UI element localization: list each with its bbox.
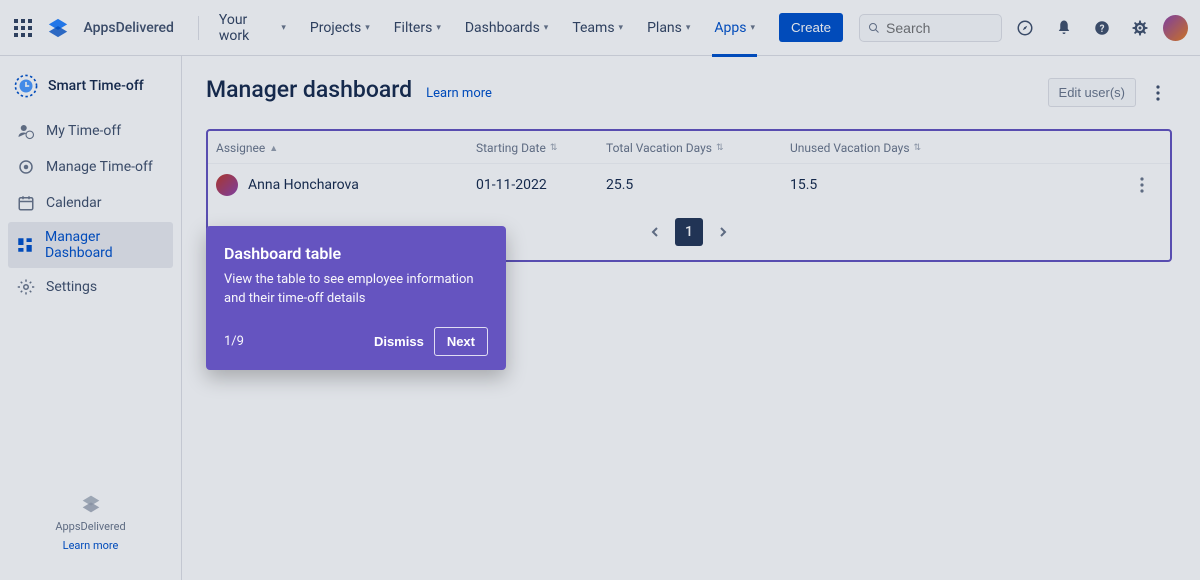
sidebar-item-label: Settings bbox=[46, 279, 97, 295]
sort-asc-icon: ▲ bbox=[269, 143, 278, 154]
create-button[interactable]: Create bbox=[779, 13, 843, 42]
nav-label: Projects bbox=[310, 20, 361, 36]
th-label: Total Vacation Days bbox=[606, 141, 712, 155]
top-nav: AppsDelivered Your work▾ Projects▾ Filte… bbox=[0, 0, 1200, 56]
chevron-down-icon: ▾ bbox=[686, 23, 691, 33]
th-unused-vacation[interactable]: Unused Vacation Days ⇅ bbox=[790, 141, 1122, 155]
app-icon bbox=[12, 72, 40, 100]
nav-plans[interactable]: Plans ▾ bbox=[639, 14, 698, 42]
pagination-page-current[interactable]: 1 bbox=[675, 218, 703, 246]
user-avatar[interactable] bbox=[1163, 15, 1188, 41]
tour-next-button[interactable]: Next bbox=[434, 327, 488, 356]
onboarding-tooltip: Dashboard table View the table to see em… bbox=[206, 226, 506, 370]
dashboard-icon bbox=[16, 235, 35, 255]
edit-users-button[interactable]: Edit user(s) bbox=[1048, 78, 1136, 107]
search-icon bbox=[868, 21, 880, 35]
th-label: Starting Date bbox=[476, 141, 546, 155]
nav-filters[interactable]: Filters▾ bbox=[386, 14, 449, 42]
sidebar-item-label: Manager Dashboard bbox=[45, 229, 165, 261]
sidebar-item-manage-time-off[interactable]: Manage Time-off bbox=[8, 150, 173, 184]
nav-label: Apps bbox=[714, 20, 746, 36]
sidebar-item-label: My Time-off bbox=[46, 123, 121, 139]
nav-label: Dashboards bbox=[465, 20, 540, 36]
chevron-down-icon: ▾ bbox=[544, 23, 549, 33]
cell-total-vacation: 25.5 bbox=[606, 177, 790, 193]
footer-logo-icon bbox=[81, 494, 101, 514]
page-title: Manager dashboard bbox=[206, 76, 412, 103]
pagination-prev[interactable] bbox=[641, 218, 669, 246]
notifications-icon[interactable] bbox=[1048, 12, 1078, 44]
cell-starting-date: 01-11-2022 bbox=[476, 177, 606, 193]
nav-projects[interactable]: Projects ▾ bbox=[302, 14, 378, 42]
sidebar-item-my-time-off[interactable]: My Time-off bbox=[8, 114, 173, 148]
table-row[interactable]: Anna Honcharova 01-11-2022 25.5 15.5 bbox=[208, 164, 1170, 206]
app-switcher-icon[interactable] bbox=[12, 16, 35, 40]
table-header-row: Assignee ▲ Starting Date ⇅ Total Vacation … bbox=[208, 131, 1170, 164]
sort-icon: ⇅ bbox=[550, 143, 558, 153]
nav-divider bbox=[198, 16, 199, 40]
app-name: Smart Time-off bbox=[48, 78, 144, 94]
nav-label: Your work bbox=[219, 12, 278, 44]
sidebar-item-label: Manage Time-off bbox=[46, 159, 153, 175]
sidebar-app-header: Smart Time-off bbox=[8, 66, 173, 114]
nav-dashboards[interactable]: Dashboards ▾ bbox=[457, 14, 556, 42]
svg-text:?: ? bbox=[1099, 23, 1104, 34]
tour-step-indicator: 1/9 bbox=[224, 334, 244, 349]
sidebar-item-label: Calendar bbox=[46, 195, 102, 211]
settings-icon[interactable] bbox=[1125, 12, 1155, 44]
learn-more-link[interactable]: Learn more bbox=[426, 86, 492, 101]
th-starting-date[interactable]: Starting Date ⇅ bbox=[476, 141, 606, 155]
tour-title: Dashboard table bbox=[224, 244, 488, 263]
footer-learn-more-link[interactable]: Learn more bbox=[63, 539, 119, 552]
user-clock-icon bbox=[16, 121, 36, 141]
nav-label: Filters bbox=[394, 20, 433, 36]
th-assignee[interactable]: Assignee ▲ bbox=[216, 141, 476, 155]
chevron-down-icon: ▾ bbox=[751, 23, 756, 33]
th-label: Assignee bbox=[216, 141, 265, 155]
chevron-down-icon: ▾ bbox=[436, 23, 441, 33]
row-avatar bbox=[216, 174, 238, 196]
more-actions-icon[interactable] bbox=[1144, 79, 1172, 107]
th-label: Unused Vacation Days bbox=[790, 141, 910, 155]
chevron-down-icon: ▾ bbox=[281, 23, 286, 33]
sort-icon: ⇅ bbox=[914, 143, 922, 153]
calendar-icon bbox=[16, 193, 36, 213]
compass-icon[interactable] bbox=[1010, 12, 1040, 44]
tour-body: View the table to see employee informati… bbox=[224, 271, 488, 309]
search-input[interactable] bbox=[886, 20, 993, 36]
sort-icon: ⇅ bbox=[716, 143, 724, 153]
sidebar-footer: AppsDelivered Learn more bbox=[8, 494, 173, 570]
th-actions bbox=[1122, 141, 1162, 155]
manage-icon bbox=[16, 157, 36, 177]
search-box[interactable] bbox=[859, 14, 1002, 42]
nav-label: Teams bbox=[572, 20, 614, 36]
page-actions: Edit user(s) bbox=[1048, 78, 1172, 107]
gear-icon bbox=[16, 277, 36, 297]
sidebar-item-settings[interactable]: Settings bbox=[8, 270, 173, 304]
help-icon[interactable]: ? bbox=[1087, 12, 1117, 44]
cell-unused-vacation: 15.5 bbox=[790, 177, 1122, 193]
sidebar-item-manager-dashboard[interactable]: Manager Dashboard bbox=[8, 222, 173, 268]
tour-dismiss-button[interactable]: Dismiss bbox=[374, 334, 424, 349]
th-total-vacation[interactable]: Total Vacation Days ⇅ bbox=[606, 141, 790, 155]
footer-brand: AppsDelivered bbox=[55, 520, 125, 533]
sidebar: Smart Time-off My Time-off Manage Time-o… bbox=[0, 56, 182, 580]
nav-your-work[interactable]: Your work▾ bbox=[211, 6, 294, 50]
assignee-name: Anna Honcharova bbox=[248, 177, 359, 193]
cell-assignee: Anna Honcharova bbox=[216, 174, 476, 196]
tour-footer: 1/9 Dismiss Next bbox=[224, 327, 488, 356]
nav-apps[interactable]: Apps ▾ bbox=[706, 14, 763, 42]
product-logo-icon[interactable] bbox=[47, 16, 70, 40]
chevron-down-icon: ▾ bbox=[365, 23, 370, 33]
row-actions-icon[interactable] bbox=[1122, 177, 1162, 193]
brand-name: AppsDelivered bbox=[83, 20, 173, 36]
pagination-next[interactable] bbox=[709, 218, 737, 246]
page-header: Manager dashboard Learn more Edit user(s… bbox=[206, 76, 1172, 107]
sidebar-item-calendar[interactable]: Calendar bbox=[8, 186, 173, 220]
chevron-down-icon: ▾ bbox=[619, 23, 624, 33]
nav-teams[interactable]: Teams ▾ bbox=[564, 14, 631, 42]
nav-label: Plans bbox=[647, 20, 682, 36]
